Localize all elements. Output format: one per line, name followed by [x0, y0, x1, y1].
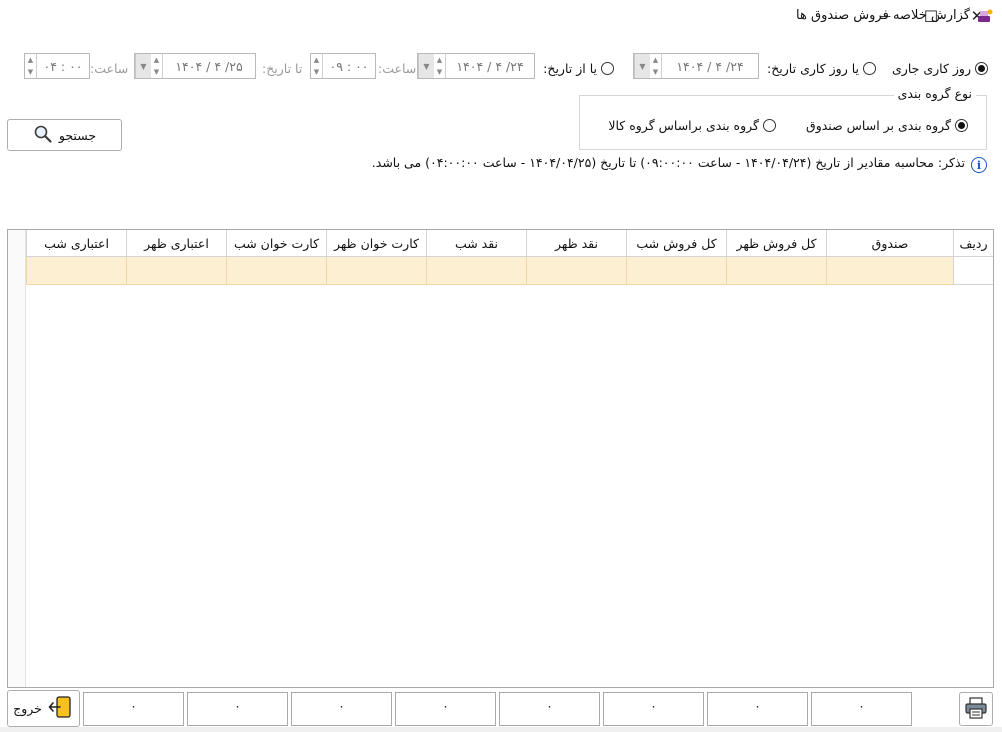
search-icon: [33, 124, 53, 147]
to-time-label: ساعت:: [90, 61, 129, 76]
table-cell[interactable]: [626, 257, 726, 285]
column-header[interactable]: اعتباری ظهر: [126, 230, 226, 257]
current-day-label: روز کاری جاری: [892, 61, 971, 76]
exit-button[interactable]: خروج: [7, 690, 80, 727]
printer-icon: [964, 696, 988, 722]
total-cell: ۰: [291, 692, 392, 726]
column-header[interactable]: کل فروش ظهر: [726, 230, 826, 257]
work-day-date-value: ۱۴۰۴ / ۴ /۲۴: [676, 58, 744, 74]
to-date-label: تا تاریخ:: [262, 61, 303, 76]
chevron-down-icon[interactable]: ▼: [135, 54, 151, 78]
table-cell[interactable]: [26, 257, 126, 285]
app-icon: [976, 7, 994, 25]
column-header[interactable]: کارت خوان ظهر: [326, 230, 426, 257]
from-date-option[interactable]: یا از تاریخ:: [543, 61, 614, 76]
column-header[interactable]: صندوق: [826, 230, 953, 257]
column-header[interactable]: اعتباری شب: [26, 230, 126, 257]
from-date-picker[interactable]: ▼ ▲ ▼ ۱۴۰۴ / ۴ /۲۴: [417, 53, 535, 79]
date-spinner[interactable]: ▲ ▼: [650, 54, 662, 78]
from-time-value: ۰۹ : ۰۰: [329, 58, 369, 74]
exit-button-label: خروج: [13, 701, 42, 716]
column-header[interactable]: نقد شب: [426, 230, 526, 257]
sales-grid[interactable]: ردیف صندوق کل فروش ظهر کل فروش شب نقد ظه…: [7, 229, 994, 688]
table-cell[interactable]: [326, 257, 426, 285]
to-date-picker[interactable]: ▼ ▲ ▼ ۱۴۰۴ / ۴ /۲۵: [134, 53, 256, 79]
date-spinner[interactable]: ▲ ▼: [434, 54, 446, 78]
window-title: گزارش خلاصه فروش صندوق ها: [796, 8, 970, 23]
to-time-value: ۰۴ : ۰۰: [43, 58, 83, 74]
column-header[interactable]: کل فروش شب: [626, 230, 726, 257]
time-spinner[interactable]: ▲ ▼: [25, 54, 37, 78]
work-day-radio[interactable]: [863, 62, 876, 75]
table-cell[interactable]: [726, 257, 826, 285]
grid-scrollbar[interactable]: [8, 230, 26, 687]
chevron-down-icon[interactable]: ▼: [418, 54, 434, 78]
column-header[interactable]: نقد ظهر: [526, 230, 626, 257]
title-bar: — ☐ ✕ گزارش خلاصه فروش صندوق ها: [0, 0, 1002, 32]
from-date-label: یا از تاریخ:: [543, 61, 597, 76]
column-header[interactable]: کارت خوان شب: [226, 230, 326, 257]
table-row[interactable]: [26, 257, 993, 285]
table-cell[interactable]: [226, 257, 326, 285]
search-button-label: جستجو: [58, 127, 97, 143]
current-day-option[interactable]: روز کاری جاری: [892, 61, 988, 76]
date-spinner[interactable]: ▲ ▼: [151, 54, 163, 78]
total-cell: ۰: [499, 692, 600, 726]
group-by-goods-option[interactable]: گروه بندی براساس گروه کالا: [608, 118, 776, 133]
total-cell: ۰: [707, 692, 808, 726]
exit-icon: [48, 695, 74, 722]
total-cell: ۰: [83, 692, 184, 726]
work-day-date-picker[interactable]: ▼ ▲ ▼ ۱۴۰۴ / ۴ /۲۴: [633, 53, 759, 79]
work-day-label: یا روز کاری تاریخ:: [767, 61, 859, 76]
table-cell[interactable]: [426, 257, 526, 285]
group-by-register-radio[interactable]: [955, 119, 968, 132]
total-cell: ۰: [187, 692, 288, 726]
chevron-down-icon[interactable]: ▼: [634, 54, 650, 78]
search-button[interactable]: جستجو: [7, 119, 122, 151]
from-time-label: ساعت:: [378, 61, 417, 76]
info-icon: i: [971, 157, 987, 173]
group-by-goods-radio[interactable]: [763, 119, 776, 132]
grouping-title: نوع گروه بندی: [893, 86, 976, 101]
total-cell: ۰: [811, 692, 912, 726]
to-time-picker[interactable]: ▲ ▼ ۰۴ : ۰۰: [24, 53, 90, 79]
to-date-value: ۱۴۰۴ / ۴ /۲۵: [175, 58, 243, 74]
time-spinner[interactable]: ▲ ▼: [311, 54, 323, 78]
group-by-register-label: گروه بندی بر اساس صندوق: [806, 118, 951, 133]
status-strip: [0, 727, 1002, 732]
work-day-option[interactable]: یا روز کاری تاریخ:: [767, 61, 876, 76]
current-day-radio[interactable]: [975, 62, 988, 75]
table-cell[interactable]: [826, 257, 953, 285]
total-cell: ۰: [395, 692, 496, 726]
from-time-picker[interactable]: ▲ ▼ ۰۹ : ۰۰: [310, 53, 376, 79]
total-cell: ۰: [603, 692, 704, 726]
table-cell[interactable]: [953, 257, 993, 285]
print-button[interactable]: [959, 692, 993, 726]
grid-header: ردیف صندوق کل فروش ظهر کل فروش شب نقد ظه…: [26, 230, 993, 257]
note-text: تذکر: محاسبه مقادیر از تاریخ (۱۴۰۴/۰۴/۲۴…: [371, 155, 965, 170]
from-date-value: ۱۴۰۴ / ۴ /۲۴: [456, 58, 524, 74]
group-by-register-option[interactable]: گروه بندی بر اساس صندوق: [806, 118, 968, 133]
from-date-radio[interactable]: [601, 62, 614, 75]
column-header[interactable]: ردیف: [953, 230, 993, 257]
group-by-goods-label: گروه بندی براساس گروه کالا: [608, 118, 759, 133]
table-cell[interactable]: [126, 257, 226, 285]
table-cell[interactable]: [526, 257, 626, 285]
